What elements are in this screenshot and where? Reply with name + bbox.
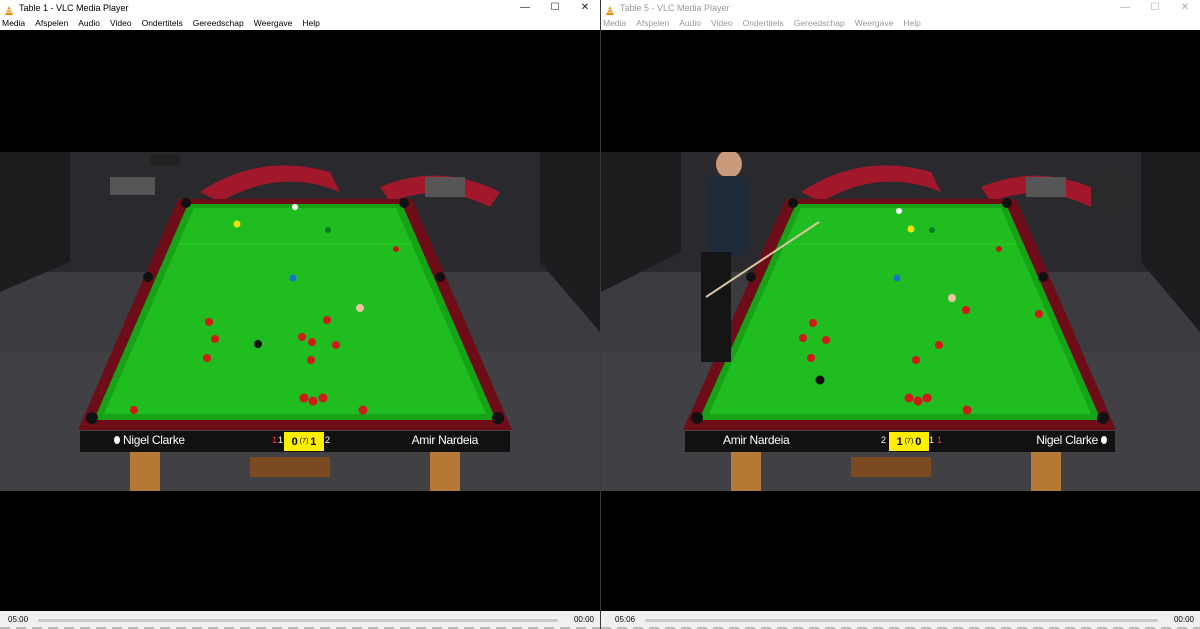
close-icon[interactable]: ✕ <box>1170 0 1200 15</box>
turn-indicator-icon <box>1101 436 1107 444</box>
player-right-name: Nigel Clarke <box>1036 433 1098 447</box>
menu-bar: Media Afspelen Audio Video Ondertitels G… <box>601 15 1200 30</box>
time-total: 00:00 <box>1173 615 1194 624</box>
seek-bar[interactable] <box>645 619 1158 622</box>
menu-afspelen[interactable]: Afspelen <box>636 18 669 28</box>
frames-right: 0 <box>915 435 922 448</box>
menu-afspelen[interactable]: Afspelen <box>35 18 68 28</box>
menu-ondertitels[interactable]: Ondertitels <box>743 18 784 28</box>
scoreboard: Nigel Clarke 1 1 0 (7) 1 2 Amir Nardeia <box>80 431 510 452</box>
menu-bar: Media Afspelen Audio Video Ondertitels G… <box>0 15 600 30</box>
playback-controls: 05:00 00:00 <box>0 611 600 629</box>
menu-media[interactable]: Media <box>603 18 626 28</box>
snooker-video-frame: Nigel Clarke 1 1 0 (7) 1 2 Amir Nardeia <box>0 152 600 491</box>
menu-media[interactable]: Media <box>2 18 25 28</box>
window-title: Table 1 - VLC Media Player <box>19 2 129 13</box>
time-elapsed: 05:00 <box>8 615 29 624</box>
menu-gereedschap[interactable]: Gereedschap <box>193 18 244 28</box>
menu-ondertitels[interactable]: Ondertitels <box>142 18 183 28</box>
break-left-score: 1 <box>278 435 284 445</box>
minimize-icon[interactable]: — <box>510 0 540 15</box>
frames-left: 0 <box>291 435 298 448</box>
vlc-cone-icon <box>4 3 14 16</box>
snooker-video-frame: Amir Nardeia 2 1 (7) 0 1 1 Nigel Clarke <box>601 152 1200 491</box>
minimize-icon[interactable]: — <box>1110 0 1140 15</box>
menu-weergave[interactable]: Weergave <box>254 18 293 28</box>
seek-bar[interactable] <box>38 619 558 622</box>
title-bar[interactable]: Table 1 - VLC Media Player — ☐ ✕ <box>0 0 600 16</box>
frames-score-box: 1 (7) 0 <box>889 432 929 451</box>
menu-video[interactable]: Video <box>110 18 132 28</box>
title-bar[interactable]: Table 5 - VLC Media Player — ☐ ✕ <box>601 0 1200 16</box>
menu-audio[interactable]: Audio <box>679 18 701 28</box>
video-area[interactable]: Amir Nardeia 2 1 (7) 0 1 1 Nigel Clarke <box>601 30 1200 611</box>
scoreboard: Amir Nardeia 2 1 (7) 0 1 1 Nigel Clarke <box>685 431 1115 452</box>
vlc-window-table-1[interactable]: Table 1 - VLC Media Player — ☐ ✕ Media A… <box>0 0 600 629</box>
vlc-window-table-5[interactable]: Table 5 - VLC Media Player — ☐ ✕ Media A… <box>601 0 1200 629</box>
menu-audio[interactable]: Audio <box>78 18 100 28</box>
menu-video[interactable]: Video <box>711 18 733 28</box>
maximize-icon[interactable]: ☐ <box>540 0 570 15</box>
frames-score-box: 0 (7) 1 <box>284 432 324 451</box>
best-of: (7) <box>904 438 914 445</box>
break-right-score: 1 <box>929 435 935 445</box>
break-right-score: 2 <box>325 435 331 445</box>
menu-gereedschap[interactable]: Gereedschap <box>794 18 845 28</box>
menu-help[interactable]: Help <box>302 18 319 28</box>
playback-controls: 05:06 00:00 <box>601 611 1200 629</box>
close-icon[interactable]: ✕ <box>570 0 600 15</box>
frames-right: 1 <box>310 435 317 448</box>
best-of: (7) <box>299 438 309 445</box>
break-right-red: 1 <box>937 435 943 445</box>
maximize-icon[interactable]: ☐ <box>1140 0 1170 15</box>
time-elapsed: 05:06 <box>615 615 636 624</box>
menu-help[interactable]: Help <box>903 18 920 28</box>
player-left-name: Nigel Clarke <box>123 433 185 447</box>
menu-weergave[interactable]: Weergave <box>855 18 894 28</box>
break-left-red: 1 <box>272 435 278 445</box>
break-left-score: 2 <box>881 435 887 445</box>
player-right-name: Amir Nardeia <box>411 433 479 447</box>
window-title: Table 5 - VLC Media Player <box>620 2 730 13</box>
video-area[interactable]: Nigel Clarke 1 1 0 (7) 1 2 Amir Nardeia <box>0 30 600 611</box>
frames-left: 1 <box>896 435 903 448</box>
player-left-name: Amir Nardeia <box>723 433 790 447</box>
time-total: 00:00 <box>573 615 594 624</box>
turn-indicator-icon <box>114 436 120 444</box>
vlc-cone-icon <box>605 3 615 16</box>
